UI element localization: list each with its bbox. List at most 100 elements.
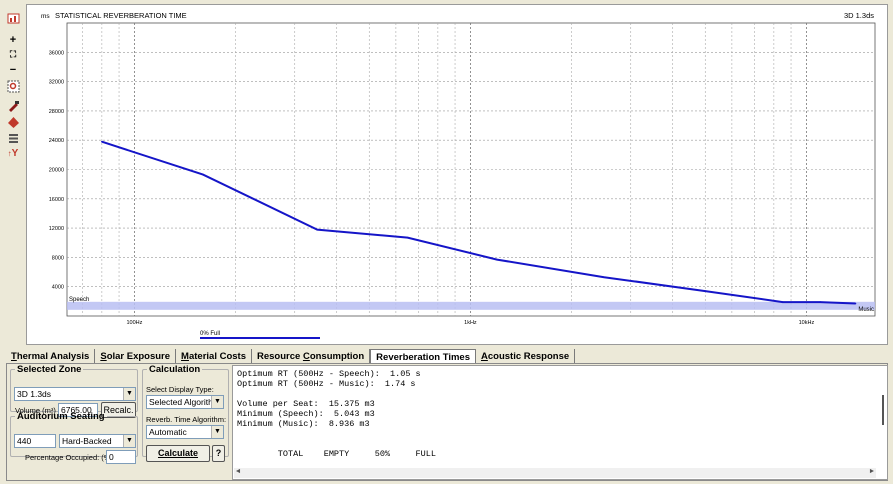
algorithm-value: Automatic [149,427,187,437]
algorithm-select[interactable]: Automatic ▼ [146,425,224,439]
data-point [704,290,707,292]
tab-resource-consumption[interactable]: Resource Consumption [252,349,371,364]
results-output[interactable]: Optimum RT (500Hz - Speech): 1.05 s Opti… [232,365,888,480]
zone-select[interactable]: 3D 1.3ds ▼ [14,387,136,401]
calculate-button[interactable]: Calculate [146,445,210,462]
output-line: Volume per Seat: 15.375 m3 [237,399,375,409]
x-tick-label: 1kHz [464,320,477,326]
seat-type-value: Hard-Backed [62,436,112,446]
y-tick-label: 36000 [49,50,64,56]
output-line: Minimum (Music): 8.936 m3 [237,419,370,429]
auditorium-seating-legend: Auditorium Seating [17,411,105,422]
selected-zone-legend: Selected Zone [17,364,82,375]
chevron-down-icon: ▼ [123,435,135,447]
zoom-out-icon[interactable]: − [5,62,21,78]
tab-reverberation-times[interactable]: Reverberation Times [370,349,476,364]
data-point [781,301,784,303]
algorithm-label: Reverb. Time Algorithm: [146,415,227,424]
tab-key: M [181,351,189,362]
data-point [854,302,857,305]
tab-label: olar Exposure [106,351,171,362]
tab-label: hermal Analysis [16,351,90,362]
display-type-value: Selected Algorithm [149,397,220,407]
chart-labels: 4000 8000 12000 16000 20000 24000 28000 32000 36… [49,50,874,326]
tab-label: Reverberation Times [376,352,470,363]
tab-label: onsumption [309,351,365,362]
data-point [496,258,498,261]
data-point [202,173,204,176]
tab-thermal-analysis[interactable]: Thermal Analysis [6,349,96,364]
chart-toolbar: + ⛶ − ↑ Y [0,0,26,345]
legend-label: 0% Full [200,331,220,337]
scroll-right-icon[interactable]: ► [870,468,874,476]
zone-select-value: 3D 1.3ds [17,389,52,399]
tab-material-costs[interactable]: Material Costs [176,349,252,364]
output-line: Minimum (Speech): 5.043 m3 [237,409,375,419]
tab-solar-exposure[interactable]: Solar Exposure [95,349,177,364]
x-tick-label: 100Hz [126,320,142,326]
chevron-down-icon: ▼ [211,396,223,408]
data-point [406,236,409,239]
list-icon[interactable] [5,130,21,146]
y-tick-label: 20000 [49,168,64,174]
tab-label: coustic Response [487,351,570,362]
tab-acoustic-response[interactable]: Acoustic Response [476,349,576,364]
calculation-legend: Calculation [149,364,201,375]
speech-music-band [67,301,875,310]
data-point [603,276,605,278]
scrollbar-thumb[interactable] [882,395,884,425]
zoom-region-icon[interactable] [5,78,21,94]
horizontal-scrollbar[interactable]: ◄ ► [234,468,876,478]
y-tick-label: 12000 [49,226,64,232]
data-point [316,228,319,231]
tab-label: aterial Costs [188,351,246,362]
series-line [101,140,856,305]
chart-canvas: 4000 8000 12000 16000 20000 24000 28000 32000 36… [41,11,876,339]
reverberation-chart: 4000 8000 12000 16000 20000 24000 28000 32000 36… [26,4,888,345]
auditorium-seating-group: Auditorium Seating 440 Hard-Backed ▼ Per… [10,411,138,464]
output-line: TOTAL EMPTY 50% FULL [237,449,436,459]
chart-title: STATISTICAL REVERBERATION TIME [55,11,187,20]
y-axis-label: Y [11,148,19,159]
seat-type-select[interactable]: Hard-Backed ▼ [59,434,136,448]
chevron-down-icon: ▼ [211,426,223,438]
chart-bands [67,301,875,310]
chevron-down-icon: ▼ [123,388,135,400]
selected-zone-group: Selected Zone 3D 1.3ds ▼ Volume (m³) 676… [10,364,138,418]
output-line: Optimum RT (500Hz - Music): 1.74 s [237,379,416,389]
scroll-left-icon[interactable]: ◄ [236,468,240,476]
seats-field[interactable]: 440 [14,434,56,448]
occupied-label: Percentage Occupied: (%) [25,453,113,462]
y-tick-label: 24000 [49,138,64,144]
data-point [819,301,822,303]
reverberation-panel: Selected Zone 3D 1.3ds ▼ Volume (m³) 676… [6,363,888,481]
tab-key: C [302,351,310,362]
y-axis-icon[interactable]: ↑ Y [5,146,21,162]
vertical-scrollbar[interactable] [874,367,886,467]
data-point [101,140,103,143]
y-unit-label: ms [41,13,50,20]
y-tick-label: 32000 [49,80,64,86]
tab-key: A [480,351,488,362]
zone-label: 3D 1.3ds [844,11,874,20]
y-tick-label: 16000 [49,197,64,203]
occupied-field[interactable]: 0 [106,450,136,464]
y-tick-label: 8000 [52,255,64,261]
fit-icon[interactable]: ⛶ [5,46,21,62]
chart-series [101,140,857,305]
y-tick-label: 28000 [49,109,64,115]
output-line: Optimum RT (500Hz - Speech): 1.05 s [237,369,421,379]
x-tick-label: 10kHz [799,320,815,326]
chart-icon[interactable] [5,10,21,26]
music-label: Music [858,307,874,313]
tab-label: Resource [257,351,303,362]
paint-icon[interactable] [5,98,21,114]
help-button[interactable]: ? [212,445,225,462]
speech-label: Speech [69,297,89,303]
tab-bar: Thermal Analysis Solar Exposure Material… [6,347,888,364]
color-icon[interactable] [5,114,21,130]
y-tick-label: 4000 [52,285,64,291]
display-type-select[interactable]: Selected Algorithm ▼ [146,395,224,409]
calculation-group: Calculation Select Display Type: Selecte… [142,364,229,462]
display-type-label: Select Display Type: [146,385,214,394]
